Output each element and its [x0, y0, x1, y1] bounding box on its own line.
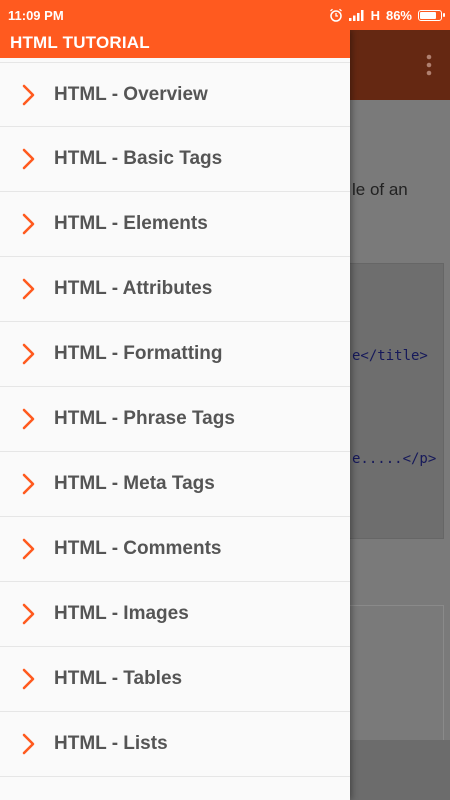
background-code-block-2 [342, 605, 444, 742]
drawer-menu-item-2[interactable]: HTML - Basic Tags [0, 127, 350, 192]
drawer-menu-item-label: HTML - Formatting [54, 343, 223, 364]
drawer-menu-item-8[interactable]: HTML - Comments [0, 517, 350, 582]
chevron-right-icon [22, 603, 44, 625]
drawer-menu-item-label: HTML - Images [54, 603, 189, 624]
drawer-menu-item-label: HTML - Overview [54, 83, 208, 105]
drawer-menu-item-5[interactable]: HTML - Formatting [0, 322, 350, 387]
drawer-menu-item-label: HTML - Meta Tags [54, 473, 215, 494]
status-bar: 11:09 PM H 86% [0, 0, 450, 30]
drawer-menu-item-label: HTML - Comments [54, 538, 222, 559]
drawer-menu-item-7[interactable]: HTML - Meta Tags [0, 452, 350, 517]
code-line: e</title> [352, 348, 428, 364]
drawer-menu-item-4[interactable]: HTML - Attributes [0, 257, 350, 322]
overflow-menu-icon[interactable] [426, 54, 432, 80]
chevron-right-icon [22, 668, 44, 690]
drawer-menu-item-3[interactable]: HTML - Elements [0, 192, 350, 257]
battery-icon [418, 9, 445, 21]
drawer-menu-item-1[interactable]: HTML - Overview [0, 62, 350, 127]
background-text: le of an [352, 180, 408, 199]
drawer-menu-item-label: HTML - Elements [54, 213, 208, 234]
chevron-right-icon [22, 84, 44, 106]
network-type: H [370, 7, 380, 23]
code-line: e.....</p> [352, 451, 437, 467]
status-time: 11:09 PM [8, 7, 64, 23]
navigation-drawer: HTML TUTORIAL HTML - Overview HTML - Bas… [0, 28, 350, 800]
alarm-icon [329, 8, 342, 22]
drawer-menu-item-11[interactable]: HTML - Lists [0, 712, 350, 777]
drawer-menu-item-label: HTML - Tables [54, 668, 183, 689]
drawer-menu-item-10[interactable]: HTML - Tables [0, 647, 350, 712]
drawer-menu: HTML - Overview HTML - Basic Tags HTML -… [0, 62, 350, 777]
chevron-right-icon [22, 473, 44, 495]
battery-percent: 86% [385, 7, 412, 23]
chevron-right-icon [22, 148, 44, 170]
signal-icon [348, 10, 364, 21]
chevron-right-icon [22, 408, 44, 430]
drawer-menu-item-label: HTML - Lists [54, 733, 168, 754]
drawer-menu-item-label: HTML - Attributes [54, 278, 213, 299]
drawer-title: HTML TUTORIAL [0, 28, 350, 58]
drawer-menu-item-6[interactable]: HTML - Phrase Tags [0, 387, 350, 452]
chevron-right-icon [22, 343, 44, 365]
chevron-right-icon [22, 278, 44, 300]
chevron-right-icon [22, 213, 44, 235]
drawer-menu-item-9[interactable]: HTML - Images [0, 582, 350, 647]
chevron-right-icon [22, 538, 44, 560]
status-icons: H 86% [329, 7, 445, 23]
drawer-menu-item-label: HTML - Phrase Tags [54, 408, 235, 429]
battery-level [420, 11, 436, 19]
drawer-menu-item-label: HTML - Basic Tags [54, 148, 223, 169]
background-code-block [342, 263, 444, 539]
chevron-right-icon [22, 733, 44, 755]
